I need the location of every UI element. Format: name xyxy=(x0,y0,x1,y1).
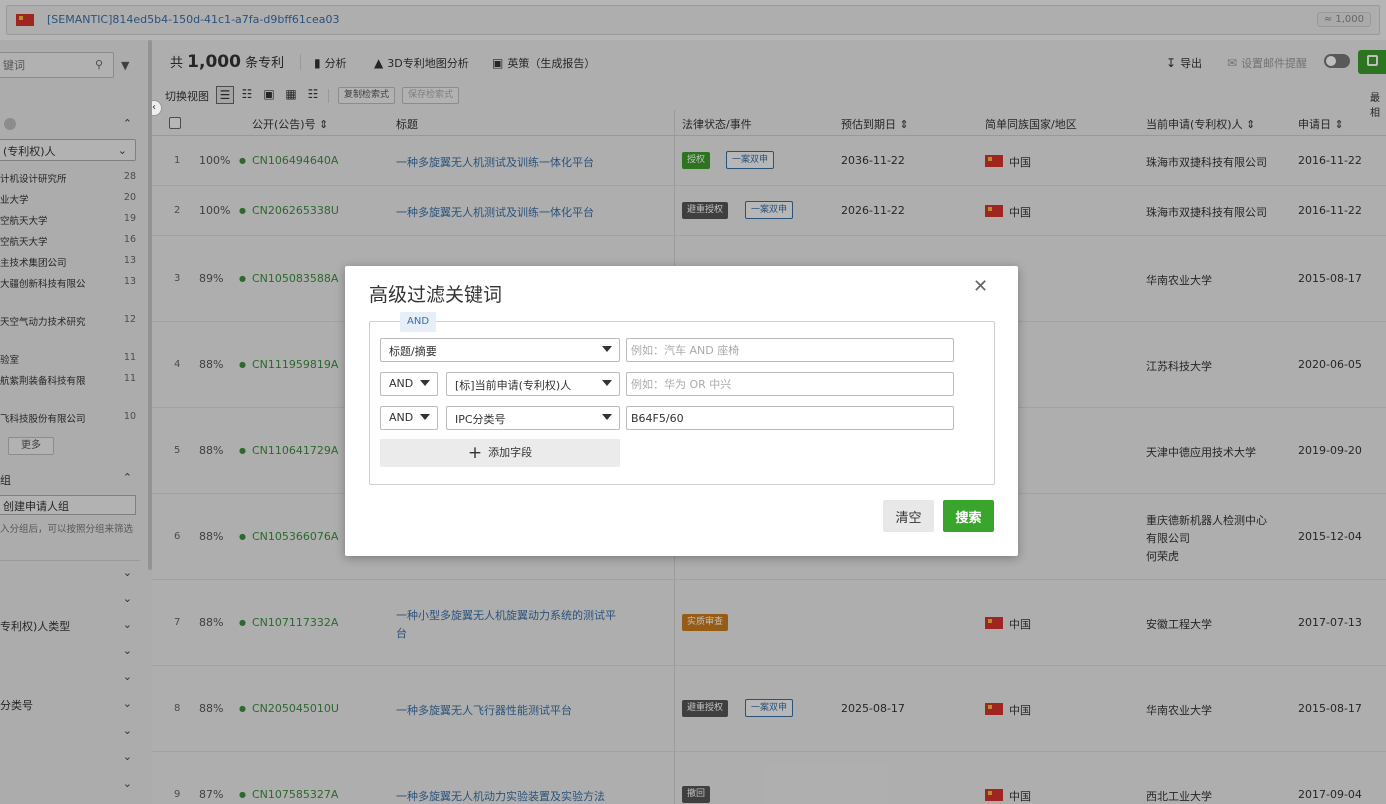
clear-button[interactable]: 清空 xyxy=(883,500,934,532)
caret-down-icon xyxy=(602,380,612,386)
dialog-title: 高级过滤关键词 xyxy=(369,284,503,306)
group-operator-chip[interactable]: AND xyxy=(400,312,437,332)
caret-down-icon xyxy=(602,414,612,420)
caret-down-icon xyxy=(420,414,430,420)
keyword-input[interactable] xyxy=(626,338,954,362)
field-select[interactable]: [标]当前申请(专利权)人 xyxy=(446,372,620,396)
operator-select[interactable]: AND xyxy=(380,372,438,396)
ipc-keyword-input[interactable] xyxy=(626,406,954,430)
field-select[interactable]: IPC分类号 xyxy=(446,406,620,430)
add-field-button[interactable]: + 添加字段 xyxy=(380,439,620,467)
keyword-input[interactable] xyxy=(626,372,954,396)
advanced-filter-dialog: 高级过滤关键词 ✕ AND 标题/摘要 AND [标]当前申请(专利权)人 AN… xyxy=(345,266,1018,556)
plus-icon: + xyxy=(467,443,483,463)
close-icon[interactable]: ✕ xyxy=(973,276,988,297)
search-button[interactable]: 搜索 xyxy=(943,500,994,532)
operator-select[interactable]: AND xyxy=(380,406,438,430)
caret-down-icon xyxy=(420,380,430,386)
condition-group: AND 标题/摘要 AND [标]当前申请(专利权)人 AND IPC分类号 +… xyxy=(369,312,995,485)
field-select[interactable]: 标题/摘要 xyxy=(380,338,620,362)
caret-down-icon xyxy=(602,346,612,352)
